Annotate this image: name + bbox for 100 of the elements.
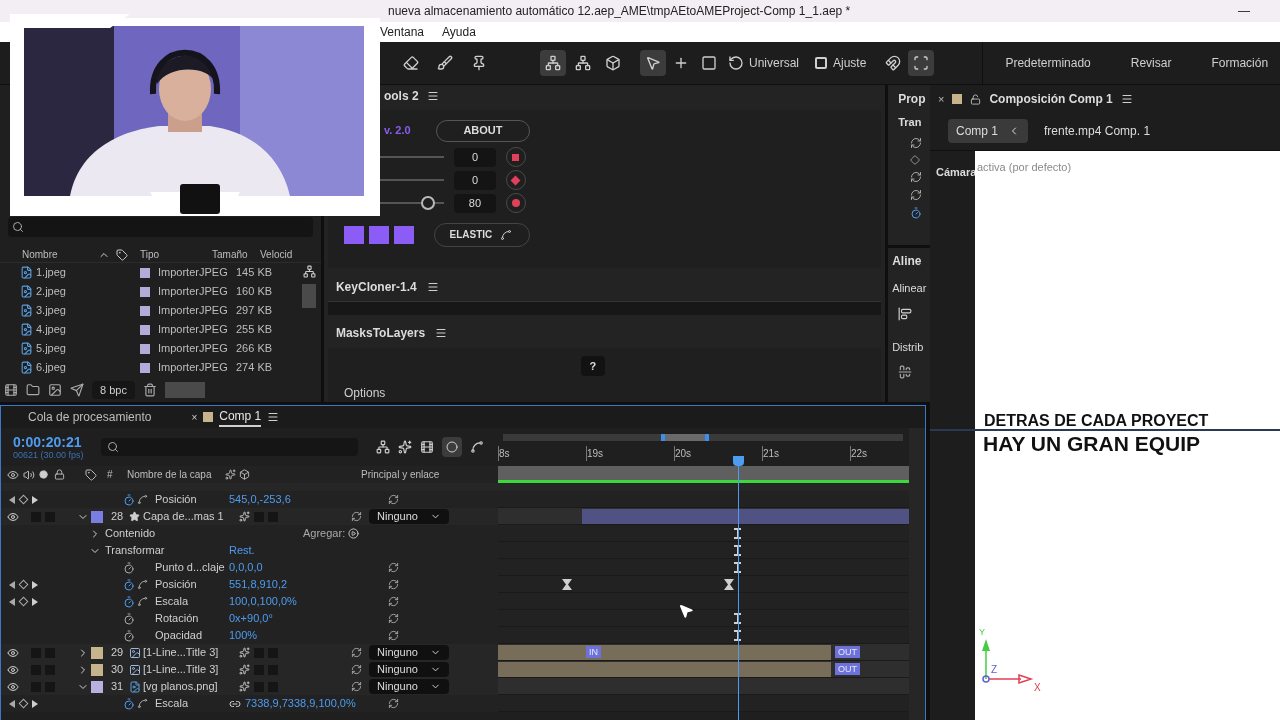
snap-checkbox[interactable]: Ajuste [811,50,871,76]
add-key-icon[interactable] [18,579,29,590]
value-field[interactable]: 0 [453,170,496,190]
layer-name[interactable]: [vg planos.png] [143,678,239,695]
property-value[interactable]: 0,0,0,0 [229,559,263,576]
breadcrumb-button[interactable]: Comp 1 [948,118,1029,143]
eye-icon[interactable] [7,680,19,693]
eye-icon[interactable] [7,663,19,676]
property-name[interactable]: Posición [155,491,229,508]
file-row[interactable]: 5.jpeg ImporterJPEG 266 KB [0,339,300,358]
file-row[interactable]: 2.jpeg ImporterJPEG 160 KB [0,282,300,301]
panel-tab[interactable]: Cola de procesamiento [28,407,152,427]
search-field[interactable] [101,438,358,456]
marker-label[interactable]: OUT [835,663,860,675]
switch-icon[interactable] [239,681,250,692]
close-icon[interactable]: × [938,90,945,108]
panel-tab[interactable]: MasksToLayers [335,324,426,343]
workspace-tab[interactable]: Predeterminado [1005,54,1091,72]
panel-tab[interactable]: Aline [892,252,930,270]
marker-label[interactable]: IN [586,646,601,658]
panel-tab[interactable]: KeyCloner-1.4 [335,277,417,296]
timecode[interactable]: 0:00:20:21 [13,433,101,450]
breadcrumb-button[interactable]: frente.mp4 Comp. 1 [1036,118,1159,143]
parent-dropdown[interactable]: Ninguno [369,679,449,694]
property-value[interactable]: 0x+90,0° [229,610,273,627]
parent-dropdown[interactable]: Ninguno [369,509,449,524]
panel-tab[interactable]: Prop [898,90,930,108]
tool-button[interactable] [540,50,566,76]
column-header[interactable]: Tipo [140,247,212,262]
column-header[interactable]: Principal y enlace [361,467,440,482]
switch-icon[interactable] [239,647,250,658]
property-name[interactable]: Escala [155,593,229,610]
layer-row[interactable]: 31 [vg planos.png] Ninguno [1,678,498,695]
column-header[interactable]: Nombre [0,247,98,262]
add-icon[interactable] [348,528,360,539]
workspace-tab[interactable]: Revisar [1130,54,1172,72]
slider-thumb[interactable] [420,196,435,211]
add-key-icon[interactable] [18,494,29,505]
motion-blur-button[interactable] [442,437,462,457]
column-header[interactable]: Tamaño [212,247,260,262]
add-key-icon[interactable] [18,698,29,709]
group-name[interactable]: Transformar [105,542,229,559]
value-field[interactable]: 0 [453,147,496,167]
file-row[interactable]: 3.jpeg ImporterJPEG 297 KB [0,301,300,320]
switch-icon[interactable] [239,664,250,675]
search-field[interactable] [8,217,313,237]
column-header[interactable]: Nombre de la capa [127,467,225,482]
property-value[interactable]: 7338,9,7338,9,100,0% [245,695,356,712]
layer-row[interactable]: 30 [1-Line...Title 3] Ninguno [1,661,498,678]
property-value[interactable]: 100% [229,627,258,644]
property-name[interactable]: Punto d...claje [155,559,229,576]
frame-blend-icon[interactable] [420,440,434,454]
parent-dropdown[interactable]: Ninguno [369,662,449,677]
close-icon[interactable]: × [191,409,198,425]
reset-link[interactable]: Rest. [229,542,255,559]
menu-item[interactable]: Ayuda [442,23,476,41]
menu-item[interactable]: Ventana [380,23,425,41]
bit-depth-button[interactable]: 8 bpc [92,381,135,399]
layer-row[interactable]: 29 [1-Line...Title 3] Ninguno [1,644,498,661]
eye-icon[interactable] [7,510,19,523]
add-key-icon[interactable] [18,596,29,607]
workspace-tab[interactable]: Formación [1211,54,1269,72]
parent-dropdown[interactable]: Ninguno [369,645,449,660]
group-name[interactable]: Contenido [105,525,229,542]
value-field[interactable]: 80 [453,193,496,213]
file-row[interactable]: 4.jpeg ImporterJPEG 255 KB [0,320,300,339]
layer-name[interactable]: Capa de...mas 1 [143,508,239,525]
property-name[interactable]: Posición [155,576,229,593]
scrollbar[interactable] [909,428,925,720]
preset-swatch[interactable] [343,225,364,244]
file-row[interactable]: 6.jpeg ImporterJPEG 274 KB [0,358,300,377]
help-button[interactable]: ? [580,356,605,376]
prev-key-icon[interactable] [9,699,15,708]
property-value[interactable]: 100,0,100,0% [229,593,297,610]
panel-tab[interactable]: Comp 1 [219,407,262,427]
minimize-button[interactable]: — [1238,2,1250,20]
property-name[interactable]: Rotación [155,610,229,627]
tool-button[interactable] [640,50,666,76]
tool-button[interactable] [908,50,935,76]
property-name[interactable]: Escala [155,695,229,712]
panel-tab[interactable]: ools 2 [383,86,419,105]
graph-editor-icon[interactable] [470,440,484,454]
camera-value[interactable]: activa (por defecto) [977,159,1280,176]
layer-row[interactable]: 28 Capa de...mas 1 Ninguno [1,508,498,525]
panel-tab[interactable]: Composición Comp 1 [989,90,1113,108]
property-value[interactable]: 551,8,910,2 [229,576,288,593]
column-header[interactable]: # [107,467,127,482]
property-name[interactable]: Opacidad [155,627,229,644]
playhead[interactable] [733,456,744,720]
eye-icon[interactable] [7,646,19,659]
switch-icon[interactable] [239,511,250,522]
property-value[interactable]: 545,0,-253,6 [229,491,291,508]
column-header[interactable]: Velocid [260,247,300,262]
marker-label[interactable]: OUT [835,646,860,658]
layer-name[interactable]: [1-Line...Title 3] [143,661,239,678]
keyframe-icon[interactable] [562,579,572,590]
keyframe-icon[interactable] [724,579,734,590]
preset-swatch[interactable] [368,225,389,244]
universal-button[interactable]: Universal [724,50,803,76]
preset-swatch[interactable] [393,225,414,244]
